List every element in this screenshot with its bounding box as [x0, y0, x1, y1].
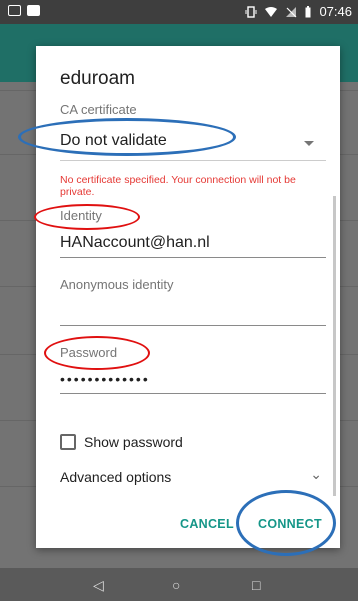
wifi-icon	[265, 6, 278, 17]
dialog-title: eduroam	[60, 68, 135, 89]
annotation-oval-ca-certificate	[18, 118, 236, 156]
recents-icon[interactable]: □	[252, 577, 260, 593]
navigation-bar: ◁ ○ □	[0, 568, 358, 601]
ca-certificate-underline	[60, 160, 326, 161]
dropdown-arrow-icon[interactable]	[304, 141, 314, 146]
annotation-oval-password	[44, 336, 150, 370]
identity-underline	[60, 257, 326, 258]
mail-icon	[8, 5, 21, 16]
show-password-checkbox[interactable]	[60, 434, 76, 450]
certificate-warning: No certificate specified. Your connectio…	[60, 174, 296, 198]
anonymous-identity-underline	[60, 325, 326, 326]
home-icon[interactable]: ○	[172, 577, 180, 593]
signal-off-icon	[286, 6, 297, 17]
password-input[interactable]: •••••••••••••	[60, 371, 150, 387]
cancel-button[interactable]: CANCEL	[180, 517, 234, 531]
status-time: 07:46	[319, 4, 352, 19]
annotation-oval-connect	[236, 490, 336, 556]
password-underline	[60, 393, 326, 394]
image-icon	[27, 5, 40, 16]
notification-icons	[8, 5, 40, 16]
vibrate-icon	[245, 5, 257, 18]
battery-icon	[305, 5, 311, 17]
annotation-oval-identity	[34, 204, 140, 230]
anonymous-identity-label: Anonymous identity	[60, 277, 174, 292]
scrollbar[interactable]	[333, 196, 336, 496]
status-icons: 07:46	[245, 4, 352, 19]
chevron-down-icon[interactable]: ⌄	[310, 466, 322, 483]
ca-certificate-label: CA certificate	[60, 102, 137, 117]
identity-input[interactable]: HANaccount@han.nl	[60, 234, 210, 252]
show-password-label[interactable]: Show password	[84, 434, 183, 450]
status-bar: 07:46	[0, 0, 358, 24]
advanced-options-label[interactable]: Advanced options	[60, 469, 171, 485]
back-icon[interactable]: ◁	[93, 577, 104, 594]
